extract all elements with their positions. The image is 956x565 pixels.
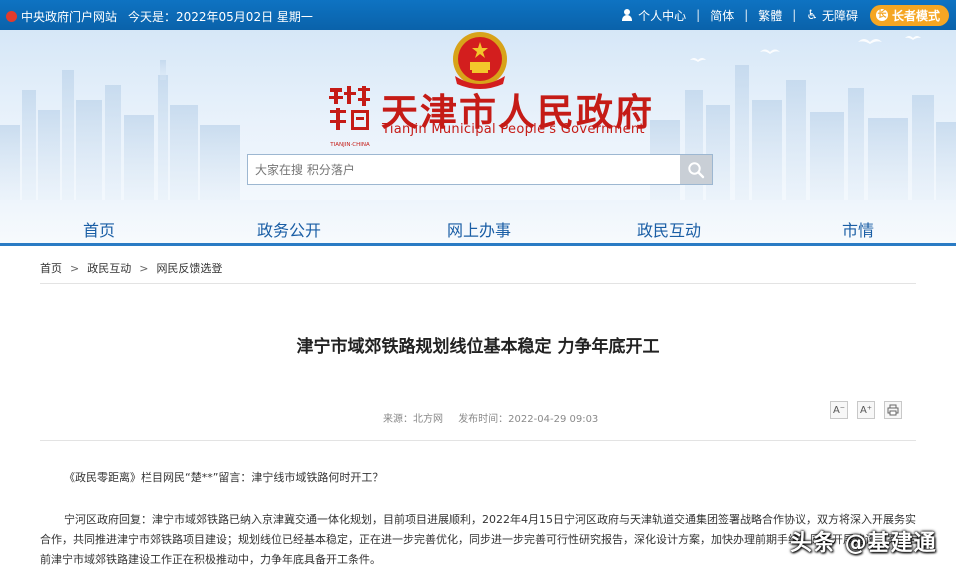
top-bar: 中央政府门户网站 今天是：2022年05月02日 星期一 个人中心 | 简体 |… bbox=[0, 0, 956, 30]
header-banner: TIANJIN·CHINA 天津市人民政府 Tianjin Municipal … bbox=[0, 30, 956, 200]
elder-icon: 长 bbox=[875, 9, 888, 21]
tianjin-seal-icon: TIANJIN·CHINA bbox=[329, 86, 370, 148]
watermark: 头条 @基建通 bbox=[790, 531, 937, 556]
elder-mode-button[interactable]: 长 长者模式 bbox=[869, 4, 949, 26]
breadcrumb: 首页 > 政民互动 > 网民反馈选登 bbox=[40, 260, 222, 276]
nav-item-gov-affairs[interactable]: 政务公开 bbox=[249, 217, 329, 241]
traditional-link[interactable]: 繁體 bbox=[758, 7, 782, 24]
print-icon bbox=[887, 404, 899, 416]
search-icon bbox=[688, 161, 705, 178]
nav-item-online-services[interactable]: 网上办事 bbox=[439, 217, 519, 241]
article-source: 来源：北方网 bbox=[383, 414, 443, 425]
breadcrumb-home[interactable]: 首页 bbox=[40, 260, 62, 276]
article-answer: 宁河区政府回复：津宁市域郊铁路已纳入京津冀交通一体化规划，目前项目进展顺利，20… bbox=[40, 513, 920, 565]
print-button[interactable] bbox=[884, 401, 902, 419]
simplified-link[interactable]: 简体 bbox=[710, 7, 734, 24]
elder-mode-label: 长者模式 bbox=[891, 8, 940, 23]
divider: | bbox=[696, 8, 701, 22]
accessibility-link[interactable]: ♿ 无障碍 bbox=[806, 7, 858, 24]
divider bbox=[40, 440, 916, 441]
portal-link-label: 中央政府门户网站 bbox=[21, 10, 118, 24]
search-button[interactable] bbox=[680, 155, 712, 184]
article-date: 发布时间：2022-04-29 09:03 bbox=[458, 414, 599, 425]
font-increase-button[interactable]: A⁺ bbox=[857, 401, 875, 419]
article-meta: 来源：北方网 发布时间：2022-04-29 09:03 bbox=[383, 410, 598, 425]
wheelchair-icon: ♿ bbox=[806, 7, 818, 23]
page: 中央政府门户网站 今天是：2022年05月02日 星期一 个人中心 | 简体 |… bbox=[0, 0, 956, 565]
article-tools: A⁻ A⁺ bbox=[830, 401, 911, 419]
nav-item-interaction[interactable]: 政民互动 bbox=[629, 217, 709, 241]
search-input[interactable] bbox=[248, 155, 681, 184]
breadcrumb-separator: > bbox=[139, 261, 149, 275]
main-nav: 首页 政务公开 网上办事 政民互动 市情 bbox=[0, 200, 956, 246]
breadcrumb-separator: > bbox=[70, 261, 80, 275]
user-center-label: 个人中心 bbox=[638, 8, 687, 23]
divider: | bbox=[792, 8, 797, 22]
person-icon bbox=[621, 9, 633, 21]
breadcrumb-interaction[interactable]: 政民互动 bbox=[87, 260, 131, 276]
font-decrease-button[interactable]: A⁻ bbox=[830, 401, 848, 419]
emblem-icon bbox=[6, 11, 17, 22]
portal-link[interactable]: 中央政府门户网站 bbox=[6, 8, 117, 25]
user-center-link[interactable]: 个人中心 bbox=[621, 7, 686, 24]
divider bbox=[40, 283, 916, 284]
article-title: 津宁市域郊铁路规划线位基本稳定 力争年底开工 bbox=[296, 337, 660, 357]
divider: | bbox=[744, 8, 749, 22]
nav-item-home[interactable]: 首页 bbox=[59, 217, 139, 241]
article-question: 《政民零距离》栏目网民“楚**”留言：津宁线市域铁路何时开工？ bbox=[64, 471, 384, 484]
accessibility-label: 无障碍 bbox=[821, 8, 858, 23]
nav-item-city-info[interactable]: 市情 bbox=[818, 217, 898, 241]
site-subtitle: Tianjin Municipal People's Government bbox=[382, 122, 645, 137]
breadcrumb-feedback[interactable]: 网民反馈选登 bbox=[156, 260, 222, 276]
date-text: 今天是：2022年05月02日 星期一 bbox=[128, 10, 313, 24]
seal-caption: TIANJIN·CHINA bbox=[329, 142, 370, 148]
search-box bbox=[247, 154, 713, 185]
